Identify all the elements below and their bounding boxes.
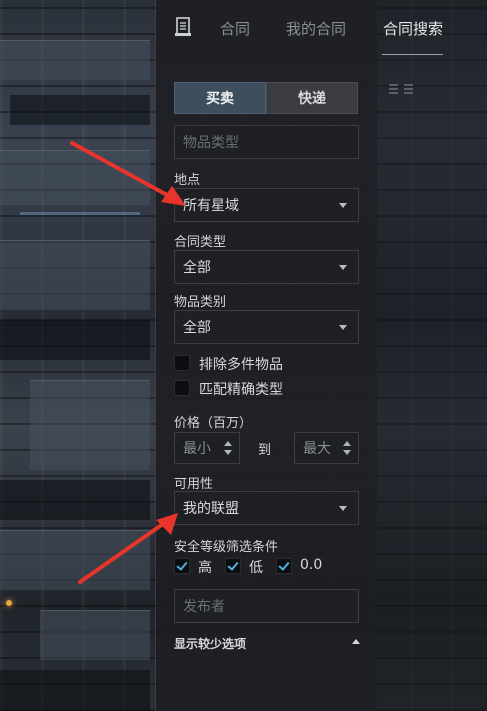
price-min-placeholder: 最小 (183, 441, 211, 457)
availability-select[interactable]: 我的联盟 (174, 491, 359, 525)
item-category-select[interactable]: 全部 (174, 310, 359, 344)
tab-bar: 合同 我的合同 合同搜索 (155, 0, 487, 58)
location-value: 所有星域 (183, 198, 239, 214)
security-high-checkbox[interactable] (174, 558, 190, 574)
security-low-checkbox[interactable] (225, 558, 241, 574)
price-to-label: 到 (258, 443, 272, 458)
spinner-arrows-icon[interactable] (224, 441, 232, 455)
buy-sell-toggle[interactable]: 买卖 (174, 82, 266, 114)
exclude-multiple-checkbox[interactable] (174, 355, 190, 371)
security-null-label: 0.0 (300, 557, 323, 573)
exact-match-checkbox[interactable] (174, 380, 190, 396)
issuer-placeholder: 发布者 (183, 599, 225, 615)
show-fewer-options-toggle[interactable]: 显示较少选项 (174, 635, 246, 652)
chevron-down-icon (339, 203, 347, 208)
results-area (377, 0, 487, 711)
tab-contracts[interactable]: 合同 (220, 18, 250, 39)
list-view-icon[interactable] (389, 84, 398, 95)
security-high-label: 高 (198, 560, 212, 576)
price-min-input[interactable]: 最小 (174, 432, 240, 464)
price-max-input[interactable]: 最大 (294, 432, 359, 464)
issuer-input[interactable]: 发布者 (174, 589, 359, 623)
security-null-checkbox[interactable] (276, 558, 292, 574)
chevron-down-icon (339, 506, 347, 511)
item-category-value: 全部 (183, 320, 211, 336)
chevron-down-icon (339, 265, 347, 270)
contract-kind-toggle: 买卖 快递 (174, 82, 358, 114)
tab-contract-search[interactable]: 合同搜索 (383, 18, 443, 39)
detail-view-icon[interactable] (404, 84, 413, 95)
view-toggles[interactable] (389, 84, 413, 95)
courier-toggle[interactable]: 快递 (266, 82, 358, 114)
price-max-placeholder: 最大 (303, 441, 331, 457)
availability-value: 我的联盟 (183, 501, 239, 517)
chevron-up-icon[interactable] (352, 639, 360, 644)
contract-type-label: 合同类型 (174, 235, 227, 250)
item-type-input[interactable]: 物品类型 (174, 125, 359, 159)
security-label: 安全等级筛选条件 (174, 540, 279, 555)
contract-type-select[interactable]: 全部 (174, 250, 359, 284)
security-low-label: 低 (249, 560, 263, 576)
location-label: 地点 (174, 173, 201, 188)
item-type-placeholder: 物品类型 (183, 135, 239, 151)
chevron-down-icon (339, 325, 347, 330)
spinner-arrows-icon[interactable] (343, 441, 351, 455)
active-tab-indicator (382, 54, 443, 55)
item-category-label: 物品类别 (174, 295, 227, 310)
contract-scroll-icon (175, 17, 191, 36)
exclude-multiple-label: 排除多件物品 (199, 357, 283, 373)
contract-type-value: 全部 (183, 260, 211, 276)
exact-match-label: 匹配精确类型 (199, 382, 283, 398)
location-select[interactable]: 所有星域 (174, 188, 359, 222)
tab-my-contracts[interactable]: 我的合同 (286, 18, 346, 39)
availability-label: 可用性 (174, 477, 214, 492)
price-label: 价格（百万） (174, 416, 253, 431)
